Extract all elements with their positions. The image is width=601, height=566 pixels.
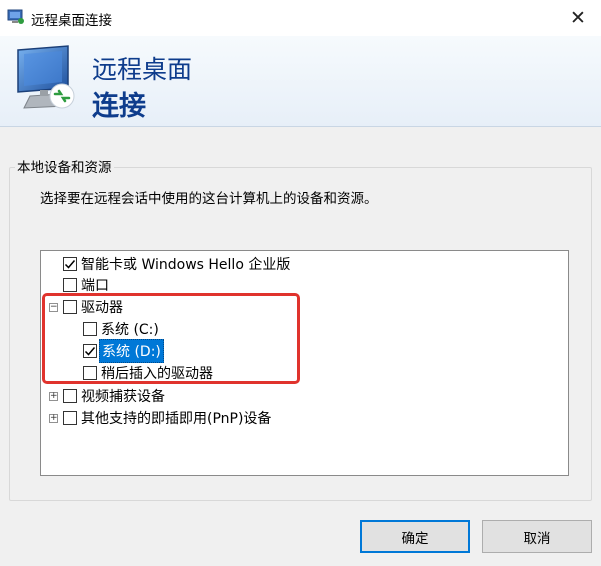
tree-item-pnp-devices[interactable]: 其他支持的即插即用(PnP)设备 xyxy=(63,408,273,428)
collapse-icon[interactable]: − xyxy=(49,303,58,312)
expand-icon[interactable]: + xyxy=(49,414,58,423)
checkmark-icon xyxy=(64,260,76,269)
tree-item-video-capture[interactable]: 视频捕获设备 xyxy=(63,386,167,406)
tree-item-label: 稍后插入的驱动器 xyxy=(101,366,213,382)
banner-title-line1: 远程桌面 xyxy=(92,55,193,84)
tree-item-drive-c[interactable]: 系统 (C:) xyxy=(83,319,161,339)
title-bar: 远程桌面连接 ✕ xyxy=(0,0,601,36)
tree-item-drives[interactable]: 驱动器 xyxy=(63,297,125,317)
cancel-button[interactable]: 取消 xyxy=(482,520,592,553)
ok-button[interactable]: 确定 xyxy=(360,520,470,553)
tree-item-label: 其他支持的即插即用(PnP)设备 xyxy=(81,411,272,427)
checkmark-icon xyxy=(84,347,96,356)
checkbox-checked[interactable] xyxy=(63,257,77,271)
device-tree[interactable]: 智能卡或 Windows Hello 企业版 端口 − 驱动器 系统 (C:) … xyxy=(40,250,569,476)
tree-item-label: 智能卡或 Windows Hello 企业版 xyxy=(81,257,291,273)
checkbox-unchecked[interactable] xyxy=(63,300,77,314)
checkbox-unchecked[interactable] xyxy=(63,411,77,425)
checkbox-unchecked[interactable] xyxy=(83,366,97,380)
header-banner: 远程桌面 连接 xyxy=(0,36,601,127)
close-button[interactable]: ✕ xyxy=(555,0,601,36)
tree-item-label: 驱动器 xyxy=(81,300,123,316)
banner-title-line2: 连接 xyxy=(92,91,146,122)
tree-item-later-drives[interactable]: 稍后插入的驱动器 xyxy=(83,363,215,383)
checkbox-unchecked[interactable] xyxy=(83,322,97,336)
tree-item-smartcard[interactable]: 智能卡或 Windows Hello 企业版 xyxy=(63,254,292,274)
group-description: 选择要在远程会话中使用的这台计算机上的设备和资源。 xyxy=(40,191,378,207)
remote-desktop-icon xyxy=(17,45,75,109)
window-title: 远程桌面连接 xyxy=(31,13,112,29)
tree-item-label: 端口 xyxy=(81,278,109,294)
group-title: 本地设备和资源 xyxy=(15,156,114,176)
remote-desktop-icon xyxy=(7,9,24,24)
checkbox-unchecked[interactable] xyxy=(63,278,77,292)
tree-item-label: 视频捕获设备 xyxy=(81,389,165,405)
close-icon: ✕ xyxy=(570,7,586,29)
expand-icon[interactable]: + xyxy=(49,392,58,401)
tree-item-label: 系统 (C:) xyxy=(101,322,159,338)
tree-item-label-selected: 系统 (D:) xyxy=(99,339,164,363)
tree-item-ports[interactable]: 端口 xyxy=(63,275,111,295)
checkbox-unchecked[interactable] xyxy=(63,389,77,403)
checkbox-checked[interactable] xyxy=(83,344,97,358)
tree-item-drive-d[interactable]: 系统 (D:) xyxy=(83,339,164,363)
